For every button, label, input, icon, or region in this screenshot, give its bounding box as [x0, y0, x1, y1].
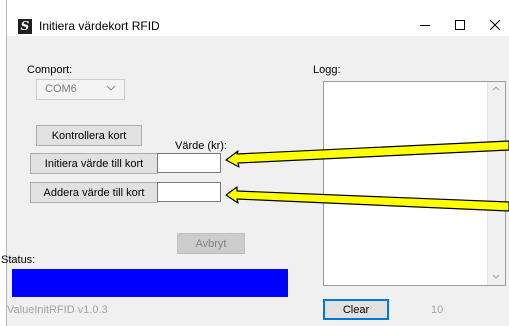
maximize-icon [455, 20, 465, 30]
scroll-up-icon[interactable] [492, 84, 500, 92]
chevron-down-icon [106, 85, 116, 91]
maximize-button[interactable] [445, 14, 475, 36]
window-title: Initiera värdekort RFID [39, 19, 160, 33]
add-value-input[interactable] [157, 182, 221, 202]
scroll-down-icon[interactable] [492, 273, 500, 281]
close-button[interactable] [480, 14, 509, 36]
status-progress-bar [12, 269, 288, 297]
title-bar: S Initiera värdekort RFID [7, 0, 509, 36]
value-label: Värde (kr): [175, 140, 227, 152]
clear-button[interactable]: Clear [323, 299, 389, 320]
cancel-button[interactable]: Avbryt [177, 233, 245, 254]
init-value-button[interactable]: Initiera värde till kort [30, 153, 158, 174]
log-label: Logg: [313, 64, 341, 76]
log-counter: 10 [431, 304, 444, 316]
check-card-button[interactable]: Kontrollera kort [36, 125, 142, 146]
log-content [324, 82, 505, 86]
close-icon [490, 20, 500, 30]
status-label: Status: [1, 254, 36, 266]
log-scrollbar[interactable] [487, 82, 505, 285]
app-logo-icon: S [18, 19, 32, 34]
comport-selected-value: COM6 [45, 83, 77, 95]
log-textarea[interactable] [323, 81, 506, 286]
comport-label: Comport: [27, 64, 73, 76]
minimize-icon [420, 25, 430, 26]
application-window: S Initiera värdekort RFID Comport: COM6 … [1, 0, 509, 326]
comport-select[interactable]: COM6 [36, 79, 125, 100]
minimize-button[interactable] [410, 14, 440, 36]
init-value-input[interactable] [157, 153, 221, 173]
version-label: ValueInitRFID v1.0.3 [7, 304, 108, 316]
add-value-button[interactable]: Addera värde till kort [30, 182, 158, 203]
